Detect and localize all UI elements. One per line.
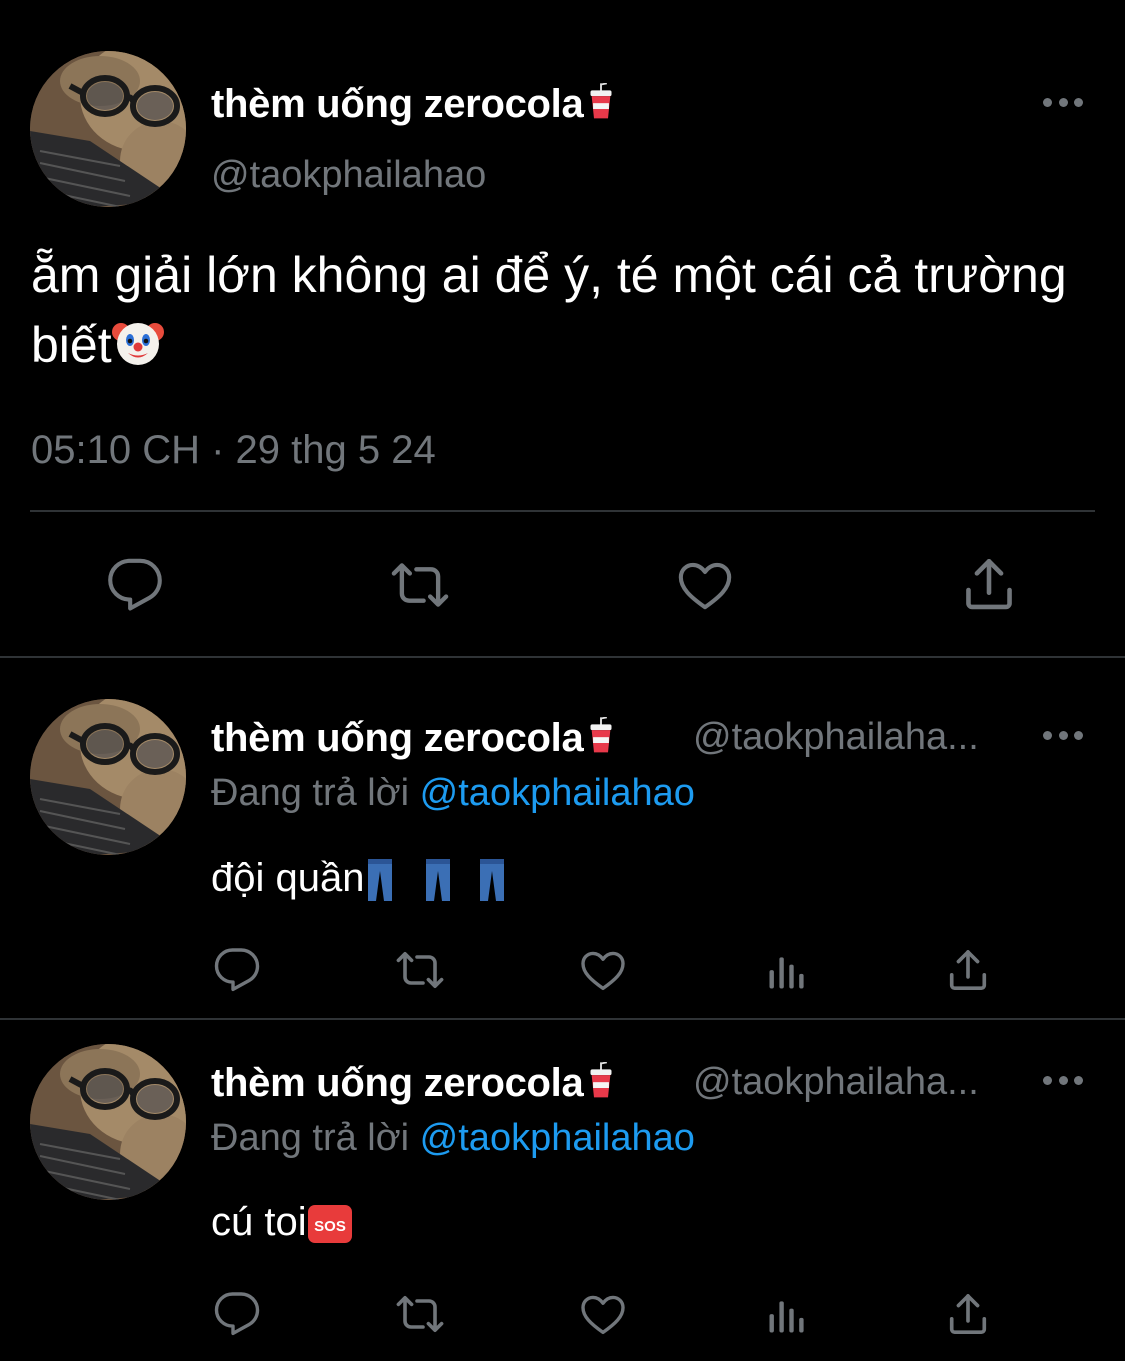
tweet-text-content: đội quần: [211, 856, 365, 900]
tweet-text-content: cú toi: [211, 1200, 307, 1244]
retweet-icon: [393, 1290, 447, 1338]
like-icon: [578, 1290, 628, 1338]
like-icon: [578, 946, 628, 994]
timestamp[interactable]: 05:10 CH · 29 thg 5 24: [31, 428, 436, 473]
share-icon: [945, 1291, 991, 1337]
handle[interactable]: @taokphailaha...: [693, 716, 979, 759]
views-button[interactable]: [764, 1294, 808, 1338]
views-button[interactable]: [764, 950, 808, 994]
divider: [0, 1018, 1125, 1020]
replying-to-link[interactable]: @taokphailahao: [420, 772, 695, 814]
retweet-icon: [393, 946, 447, 994]
reply-button[interactable]: [212, 946, 262, 994]
display-name[interactable]: thèm uống zerocola: [211, 82, 615, 127]
share-button[interactable]: [944, 946, 992, 994]
avatar[interactable]: [30, 699, 186, 855]
avatar[interactable]: [30, 1044, 186, 1200]
divider: [30, 510, 1095, 512]
like-button[interactable]: [578, 1290, 628, 1338]
cup-with-straw-icon: [587, 1062, 615, 1100]
tweet-text: ẵm giải lớn không ai để ý, té một cái cả…: [31, 240, 1091, 380]
views-icon: [764, 950, 808, 994]
display-name-text: thèm uống zerocola: [211, 1061, 584, 1105]
share-button[interactable]: [958, 554, 1020, 614]
tweet-text: đội quần: [211, 856, 532, 903]
reply-icon: [106, 556, 164, 614]
replying-to: Đang trả lời @taokphailahao: [211, 1117, 695, 1160]
handle[interactable]: @taokphailahao: [211, 154, 486, 197]
retweet-button[interactable]: [393, 946, 447, 994]
share-icon: [960, 555, 1018, 613]
share-button[interactable]: [944, 1290, 992, 1338]
like-icon: [675, 556, 735, 614]
replying-to: Đang trả lời @taokphailahao: [211, 772, 695, 815]
tweet-text: cú toi SOS: [211, 1200, 353, 1245]
divider: [0, 656, 1125, 658]
like-button[interactable]: [674, 556, 736, 614]
reply-icon: [213, 946, 261, 994]
reply-button[interactable]: [212, 1290, 262, 1338]
replying-to-link[interactable]: @taokphailahao: [420, 1117, 695, 1159]
replying-prefix: Đang trả lời: [211, 1117, 410, 1159]
display-name-text: thèm uống zerocola: [211, 716, 584, 760]
more-options-icon[interactable]: [1043, 96, 1083, 108]
retweet-icon: [387, 556, 453, 614]
views-icon: [764, 1294, 808, 1338]
reply-icon: [213, 1290, 261, 1338]
tweet-text-content: ẵm giải lớn không ai để ý, té một cái cả…: [31, 247, 1067, 373]
retweet-button[interactable]: [386, 556, 454, 614]
retweet-button[interactable]: [393, 1290, 447, 1338]
more-options-icon[interactable]: [1043, 1074, 1083, 1086]
cup-with-straw-icon: [587, 717, 615, 755]
clown-face-icon: [111, 323, 164, 365]
display-name[interactable]: thèm uống zerocola: [211, 1061, 615, 1106]
display-name[interactable]: thèm uống zerocola: [211, 716, 615, 761]
display-name-text: thèm uống zerocola: [211, 82, 584, 126]
like-button[interactable]: [578, 946, 628, 994]
handle[interactable]: @taokphailaha...: [693, 1061, 979, 1104]
sos-icon: SOS: [307, 1205, 352, 1244]
svg-text:SOS: SOS: [314, 1218, 346, 1235]
share-icon: [945, 947, 991, 993]
cup-with-straw-icon: [587, 83, 615, 121]
replying-prefix: Đang trả lời: [211, 772, 410, 814]
avatar[interactable]: [30, 51, 186, 207]
jeans-icon: [368, 859, 505, 902]
more-options-icon[interactable]: [1043, 729, 1083, 741]
reply-button[interactable]: [103, 556, 167, 614]
